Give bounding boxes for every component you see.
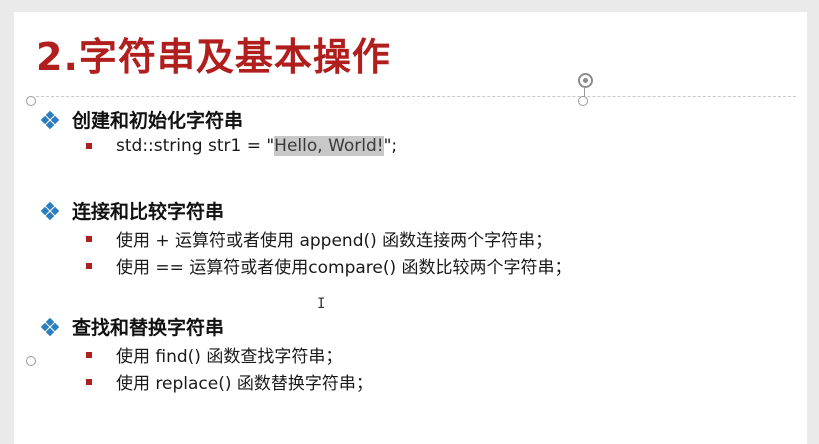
bullet-item-compare[interactable]: 使用 == 运算符或者使用compare() 函数比较两个字符串； [86, 253, 572, 278]
square-bullet-icon [86, 262, 92, 269]
section-heading-find-replace[interactable]: 查找和替换字符串 [40, 313, 225, 340]
bullet-item-find[interactable]: 使用 find() 函数查找字符串； [86, 342, 342, 367]
bullet-item-create-string[interactable]: std::string str1 = " Hello, World! "; [86, 136, 397, 156]
square-bullet-icon [86, 235, 92, 242]
square-bullet-icon [86, 143, 92, 149]
diamond-cluster-icon [40, 201, 60, 220]
section-heading-concat-compare[interactable]: 连接和比较字符串 [40, 197, 225, 224]
bullet-text: 使用 find() 函数查找字符串； [116, 347, 343, 367]
slide-canvas[interactable]: 2.字符串及基本操作 创建和初始化字符串 std::string str1 = … [14, 12, 807, 444]
diamond-cluster-icon [40, 317, 60, 336]
resize-handle-top-left[interactable] [26, 96, 36, 106]
rotate-handle-icon[interactable] [578, 73, 593, 88]
section-heading-text: 查找和替换字符串 [72, 317, 225, 339]
section-heading-text: 创建和初始化字符串 [72, 110, 244, 132]
bullet-item-append[interactable]: 使用 + 运算符或者使用 append() 函数连接两个字符串； [86, 226, 552, 251]
right-workspace-edge [807, 12, 819, 444]
selected-text-highlight[interactable]: Hello, World! [274, 136, 384, 156]
resize-handle-left[interactable] [26, 356, 36, 366]
left-workspace-edge [0, 12, 14, 444]
section-heading-create[interactable]: 创建和初始化字符串 [40, 106, 244, 133]
square-bullet-icon [86, 378, 92, 385]
bullet-text: 使用 == 运算符或者使用compare() 函数比较两个字符串； [116, 258, 572, 278]
textbox-selection-border [36, 96, 796, 97]
code-text-before: std::string str1 = " [116, 136, 275, 156]
slide-title[interactable]: 2.字符串及基本操作 [36, 26, 391, 81]
text-cursor-icon: I [317, 296, 326, 312]
diamond-cluster-icon [40, 110, 60, 129]
bullet-text: 使用 replace() 函数替换字符串； [116, 374, 373, 394]
resize-handle-top[interactable] [578, 96, 588, 106]
section-heading-text: 连接和比较字符串 [72, 201, 225, 223]
top-toolbar-strip [0, 0, 819, 12]
bullet-text: 使用 + 运算符或者使用 append() 函数连接两个字符串； [116, 231, 553, 251]
square-bullet-icon [86, 351, 92, 358]
bullet-item-replace[interactable]: 使用 replace() 函数替换字符串； [86, 369, 373, 394]
presentation-editor: 2.字符串及基本操作 创建和初始化字符串 std::string str1 = … [0, 0, 819, 444]
code-text-after: "; [383, 136, 398, 156]
